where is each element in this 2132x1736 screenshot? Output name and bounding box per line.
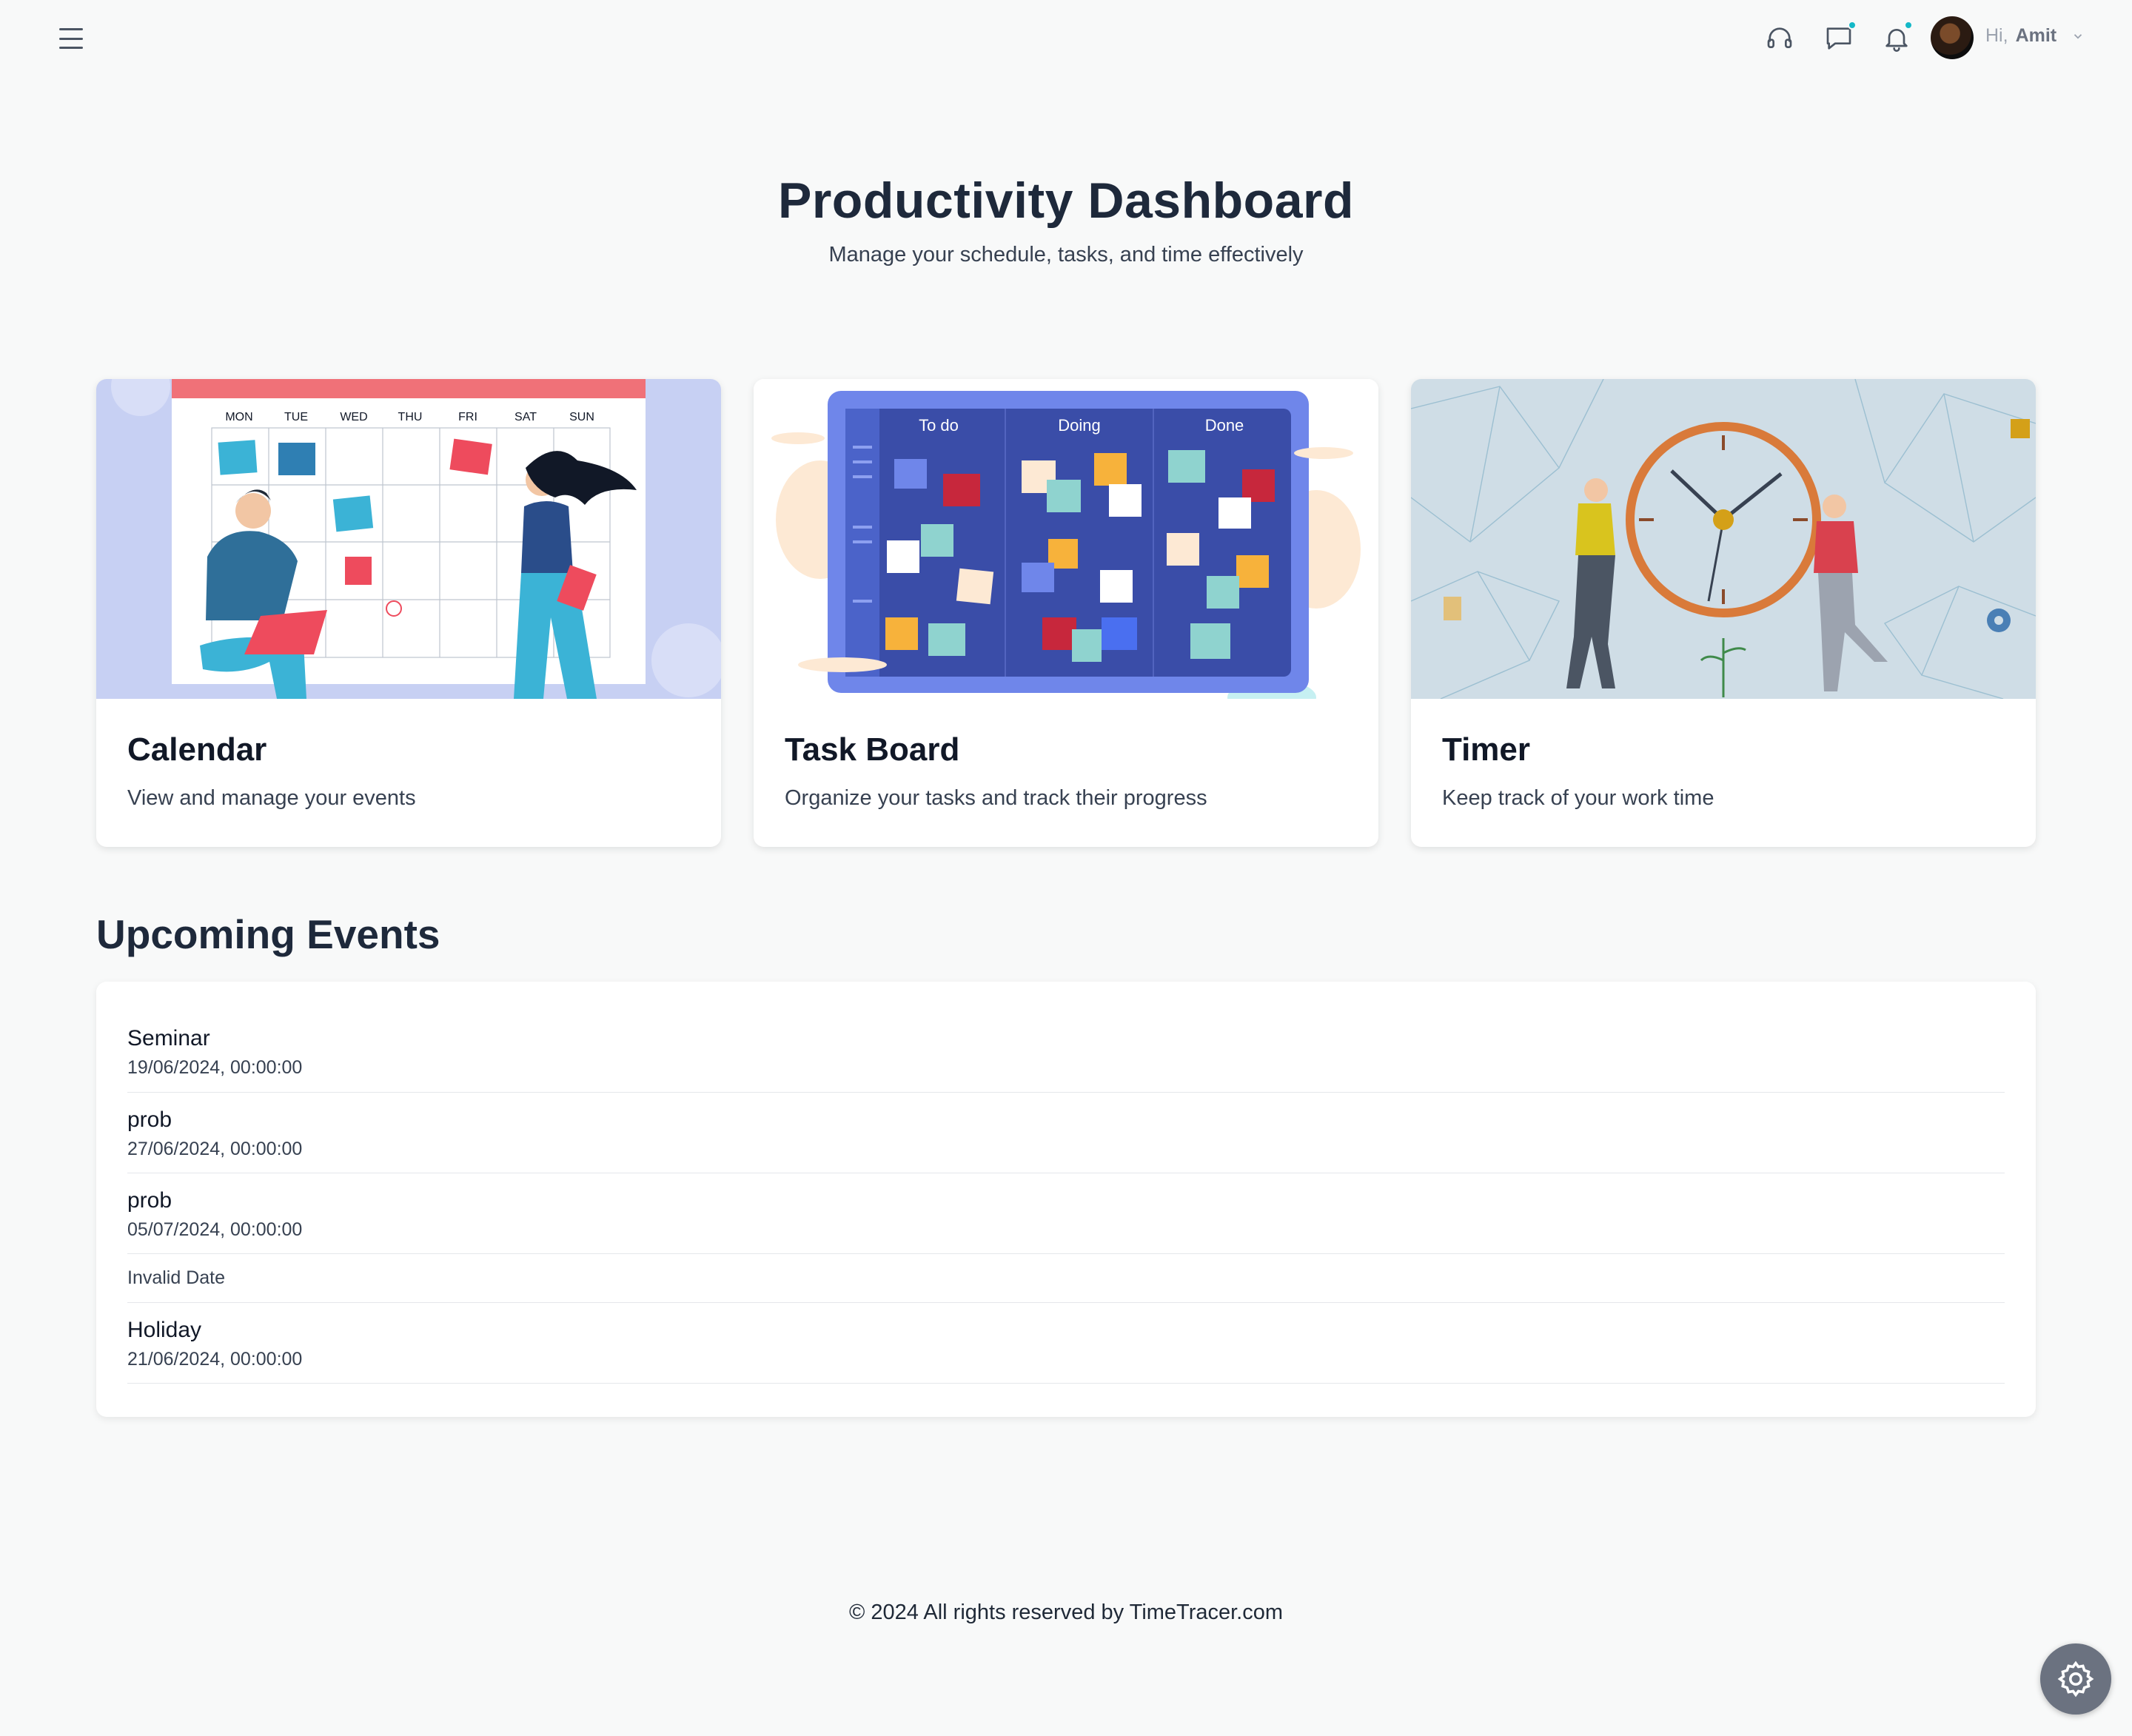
- calendar-day-sun: SUN: [569, 411, 594, 423]
- calendar-day-fri: FRI: [458, 411, 477, 423]
- settings-button[interactable]: [2040, 1643, 2111, 1715]
- calendar-card[interactable]: MON TUE WED THU FRI SAT SUN Calendar Vie…: [96, 379, 721, 847]
- event-name: Seminar: [127, 1026, 210, 1050]
- task-board-card[interactable]: To do Doing Done Task Board Organize you…: [754, 379, 1378, 847]
- upcoming-events-title: Upcoming Events: [96, 911, 440, 957]
- calendar-day-sat: SAT: [514, 411, 537, 423]
- headset-icon[interactable]: [1762, 21, 1797, 56]
- greeting-text: Hi,: [1985, 25, 2008, 46]
- page-subtitle: Manage your schedule, tasks, and time ef…: [828, 243, 1304, 267]
- chat-notification-dot: [1848, 21, 1857, 30]
- bell-notification-dot: [1904, 21, 1913, 30]
- top-bar: Hi, Amit: [0, 0, 2132, 77]
- bell-icon[interactable]: [1879, 21, 1914, 56]
- user-menu[interactable]: Hi, Amit: [1985, 25, 2085, 47]
- calendar-day-wed: WED: [340, 411, 367, 423]
- list-item[interactable]: Invalid Date: [127, 1254, 2005, 1303]
- avatar[interactable]: [1931, 16, 1974, 59]
- chevron-down-icon: [2074, 33, 2082, 39]
- task-board-card-description: Organize your tasks and track their prog…: [785, 786, 1207, 810]
- calendar-card-title: Calendar: [127, 731, 267, 768]
- list-item[interactable]: Seminar 19/06/2024, 00:00:00: [127, 982, 2005, 1093]
- event-name: Holiday: [127, 1318, 202, 1342]
- event-date: Invalid Date: [127, 1267, 226, 1288]
- gear-icon: [2057, 1660, 2094, 1698]
- hamburger-menu-icon[interactable]: [59, 28, 83, 49]
- calendar-card-description: View and manage your events: [127, 786, 416, 810]
- task-board-card-title: Task Board: [785, 731, 960, 768]
- timer-card-description: Keep track of your work time: [1442, 786, 1714, 810]
- calendar-day-mon: MON: [225, 411, 252, 423]
- task-board-illustration: To do Doing Done: [754, 379, 1378, 699]
- event-date: 19/06/2024, 00:00:00: [127, 1057, 303, 1078]
- timer-illustration: [1411, 379, 2036, 699]
- events-list: Seminar 19/06/2024, 00:00:00 prob 27/06/…: [96, 982, 2036, 1417]
- timer-card-title: Timer: [1442, 731, 1531, 768]
- list-item[interactable]: prob 05/07/2024, 00:00:00: [127, 1173, 2005, 1254]
- column-label-doing: Doing: [1058, 416, 1100, 435]
- calendar-illustration: MON TUE WED THU FRI SAT SUN: [96, 379, 721, 699]
- list-item[interactable]: Holiday 21/06/2024, 00:00:00: [127, 1303, 2005, 1384]
- column-label-done: Done: [1205, 416, 1244, 435]
- event-name: prob: [127, 1107, 172, 1132]
- event-date: 21/06/2024, 00:00:00: [127, 1349, 303, 1370]
- event-date: 05/07/2024, 00:00:00: [127, 1219, 303, 1240]
- event-date: 27/06/2024, 00:00:00: [127, 1139, 303, 1159]
- user-name: Amit: [2015, 25, 2057, 46]
- footer-copyright: © 2024 All rights reserved by TimeTracer…: [848, 1601, 1284, 1624]
- calendar-day-thu: THU: [398, 411, 423, 423]
- timer-card[interactable]: Timer Keep track of your work time: [1411, 379, 2036, 847]
- list-item[interactable]: prob 27/06/2024, 00:00:00: [127, 1093, 2005, 1173]
- chat-bubble-icon[interactable]: [1821, 21, 1857, 56]
- event-name: prob: [127, 1188, 172, 1213]
- calendar-day-tue: TUE: [284, 411, 308, 423]
- column-label-todo: To do: [919, 416, 959, 435]
- page-title: Productivity Dashboard: [777, 172, 1355, 229]
